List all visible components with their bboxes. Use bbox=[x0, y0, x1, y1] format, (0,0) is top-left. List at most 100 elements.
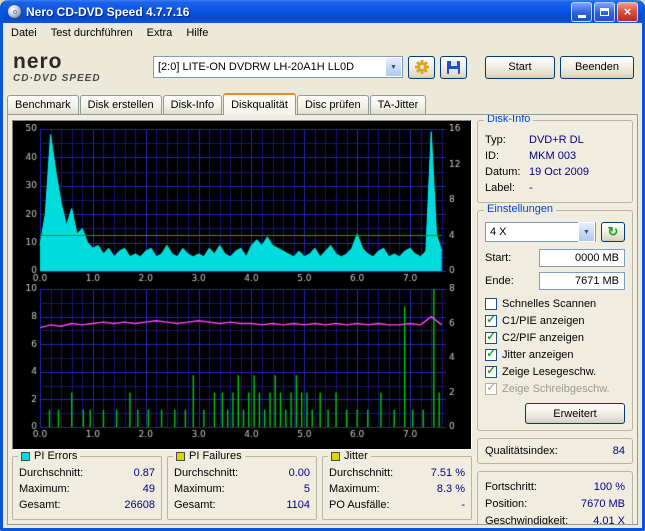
start-position-label: Start: bbox=[485, 252, 512, 264]
disk-date-value: 19 Oct 2009 bbox=[529, 166, 589, 178]
tab-disc-pruefen[interactable]: Disc prüfen bbox=[296, 95, 369, 114]
checkbox-icon: ✓ bbox=[485, 313, 497, 327]
checkbox-c1-pie-anzeigen[interactable]: ✓ C1/PIE anzeigen bbox=[485, 312, 625, 329]
stat-value: 49 bbox=[142, 483, 155, 495]
stat-label: Gesamt: bbox=[174, 499, 216, 511]
speed-select-value: 4 X bbox=[490, 226, 507, 238]
end-position-input[interactable]: 7671 MB bbox=[539, 272, 625, 290]
options-button[interactable] bbox=[408, 55, 435, 79]
toolbar: nero CD·DVD SPEED [2:0] LITE-ON DVDRW LH… bbox=[3, 42, 642, 92]
disk-label-value: - bbox=[529, 182, 533, 194]
menu-extra[interactable]: Extra bbox=[140, 26, 180, 40]
stat-label: Durchschnitt: bbox=[174, 467, 239, 479]
checkbox-icon: ✓ bbox=[485, 381, 497, 395]
disk-info-group-title: Disk-Info bbox=[484, 115, 534, 125]
start-position-input[interactable]: 0000 MB bbox=[539, 249, 625, 267]
pi-errors-color-swatch bbox=[21, 451, 30, 461]
save-icon bbox=[447, 60, 460, 74]
stat-value: 0.87 bbox=[133, 467, 155, 479]
refresh-button[interactable]: ↻ bbox=[601, 222, 625, 242]
tab-strip: Benchmark Disk erstellen Disk-Info Diskq… bbox=[3, 92, 642, 115]
chart-panel bbox=[12, 120, 472, 450]
close-button[interactable]: × bbox=[617, 1, 638, 22]
disc-quality-page: PI Errors Durchschnitt: 0.87 Maximum: 49 G… bbox=[7, 114, 638, 525]
end-position-label: Ende: bbox=[485, 275, 514, 287]
settings-group-title: Einstellungen bbox=[484, 203, 557, 215]
save-button[interactable] bbox=[440, 55, 467, 79]
disk-date-label: Datum: bbox=[485, 166, 521, 178]
drive-select-value: [2:0] LITE-ON DVDRW LH-20A1H LL0D bbox=[158, 61, 355, 73]
stat-value: - bbox=[461, 499, 465, 511]
pi-errors-panel-title: PI Errors bbox=[34, 450, 78, 462]
disk-info-group: Disk-Info Typ: DVD+R DL ID: MKM 003 Datum:… bbox=[477, 115, 633, 203]
tab-disk-erstellen[interactable]: Disk erstellen bbox=[79, 95, 162, 114]
stat-label: Durchschnitt: bbox=[329, 467, 394, 479]
chevron-down-icon[interactable]: ▼ bbox=[578, 222, 595, 242]
quality-index-value: 84 bbox=[612, 445, 625, 457]
speed-select[interactable]: 4 X ▼ bbox=[485, 222, 596, 242]
stat-label: Maximum: bbox=[174, 483, 225, 495]
stat-label: Gesamt: bbox=[19, 499, 61, 511]
advanced-button[interactable]: Erweitert bbox=[525, 403, 625, 424]
chevron-down-icon[interactable]: ▼ bbox=[385, 57, 402, 77]
app-icon bbox=[7, 4, 22, 19]
position-value: 7670 MB bbox=[580, 498, 625, 510]
jitter-panel: Jitter Durchschnitt: 7.51 % Maximum: 8.3 %… bbox=[322, 450, 472, 520]
quit-button[interactable]: Beenden bbox=[560, 55, 634, 79]
speed-label: Geschwindigkeit: bbox=[485, 515, 569, 525]
pif-jitter-chart bbox=[16, 284, 468, 440]
checkbox-label: Jitter anzeigen bbox=[502, 348, 574, 361]
stat-label: PO Ausfälle: bbox=[329, 499, 390, 511]
logo-text: nero bbox=[13, 49, 63, 73]
stat-value: 0.00 bbox=[288, 467, 310, 479]
menu-datei[interactable]: Datei bbox=[4, 26, 44, 40]
jitter-color-swatch bbox=[331, 451, 340, 461]
title-bar: Nero CD-DVD Speed 4.7.7.16 × bbox=[3, 0, 642, 23]
pi-failures-panel: PI Failures Durchschnitt: 0.00 Maximum: 5 … bbox=[167, 450, 317, 520]
checkbox-zeige-schreibgeschw: ✓ Zeige Schreibgeschw. bbox=[485, 380, 625, 397]
drive-select[interactable]: [2:0] LITE-ON DVDRW LH-20A1H LL0D ▼ bbox=[153, 56, 403, 78]
maximize-button[interactable] bbox=[594, 1, 615, 22]
stat-label: Durchschnitt: bbox=[19, 467, 84, 479]
app-window: Nero CD-DVD Speed 4.7.7.16 × Datei Test … bbox=[0, 0, 645, 531]
tab-disk-info[interactable]: Disk-Info bbox=[162, 95, 223, 114]
stat-value: 7.51 % bbox=[430, 467, 465, 479]
pi-errors-panel: PI Errors Durchschnitt: 0.87 Maximum: 49 G… bbox=[12, 450, 162, 520]
progress-label: Fortschritt: bbox=[485, 481, 537, 493]
jitter-panel-title: Jitter bbox=[344, 450, 368, 462]
checkbox-label: Schnelles Scannen bbox=[502, 297, 597, 310]
minimize-button[interactable] bbox=[571, 1, 592, 22]
checkbox-icon: ✓ bbox=[485, 364, 497, 378]
checkbox-icon: ✓ bbox=[485, 297, 497, 310]
minimize-icon bbox=[577, 14, 586, 18]
stat-value: 8.3 % bbox=[436, 483, 465, 495]
gear-icon bbox=[414, 60, 429, 74]
tab-diskqualitaet[interactable]: Diskqualität bbox=[223, 93, 296, 115]
start-button[interactable]: Start bbox=[485, 55, 555, 79]
tab-benchmark[interactable]: Benchmark bbox=[7, 95, 79, 114]
checkbox-jitter-anzeigen[interactable]: ✓ Jitter anzeigen bbox=[485, 346, 625, 363]
stat-label: Maximum: bbox=[19, 483, 70, 495]
checkbox-schnelles-scannen[interactable]: ✓ Schnelles Scannen bbox=[485, 295, 625, 312]
progress-value: 100 % bbox=[593, 481, 625, 493]
menu-test-durchfuehren[interactable]: Test durchführen bbox=[44, 26, 140, 40]
stats-row: PI Errors Durchschnitt: 0.87 Maximum: 49 G… bbox=[12, 450, 472, 520]
stat-value: 26608 bbox=[124, 499, 155, 511]
pi-failures-color-swatch bbox=[176, 451, 185, 461]
menu-hilfe[interactable]: Hilfe bbox=[179, 26, 215, 40]
settings-group: Einstellungen 4 X ▼ ↻ Start: 0000 MB End… bbox=[477, 203, 633, 431]
stat-value: 1104 bbox=[286, 499, 310, 511]
disk-type-label: Typ: bbox=[485, 134, 506, 146]
progress-box: Fortschritt: 100 % Position: 7670 MB Gesch… bbox=[477, 471, 633, 525]
window-title: Nero CD-DVD Speed 4.7.7.16 bbox=[26, 4, 190, 19]
speed-value: 4.01 X bbox=[593, 515, 625, 525]
checkbox-zeige-lesegeschw[interactable]: ✓ Zeige Lesegeschw. bbox=[485, 363, 625, 380]
refresh-icon: ↻ bbox=[607, 224, 619, 239]
tab-ta-jitter[interactable]: TA-Jitter bbox=[369, 95, 427, 114]
stat-value: 5 bbox=[303, 483, 310, 495]
checkbox-c2-pif-anzeigen[interactable]: ✓ C2/PIF anzeigen bbox=[485, 329, 625, 346]
logo-subtitle: CD·DVD SPEED bbox=[13, 72, 101, 84]
checkbox-icon: ✓ bbox=[485, 330, 497, 344]
stat-label: Maximum: bbox=[329, 483, 380, 495]
close-icon: × bbox=[623, 4, 632, 19]
